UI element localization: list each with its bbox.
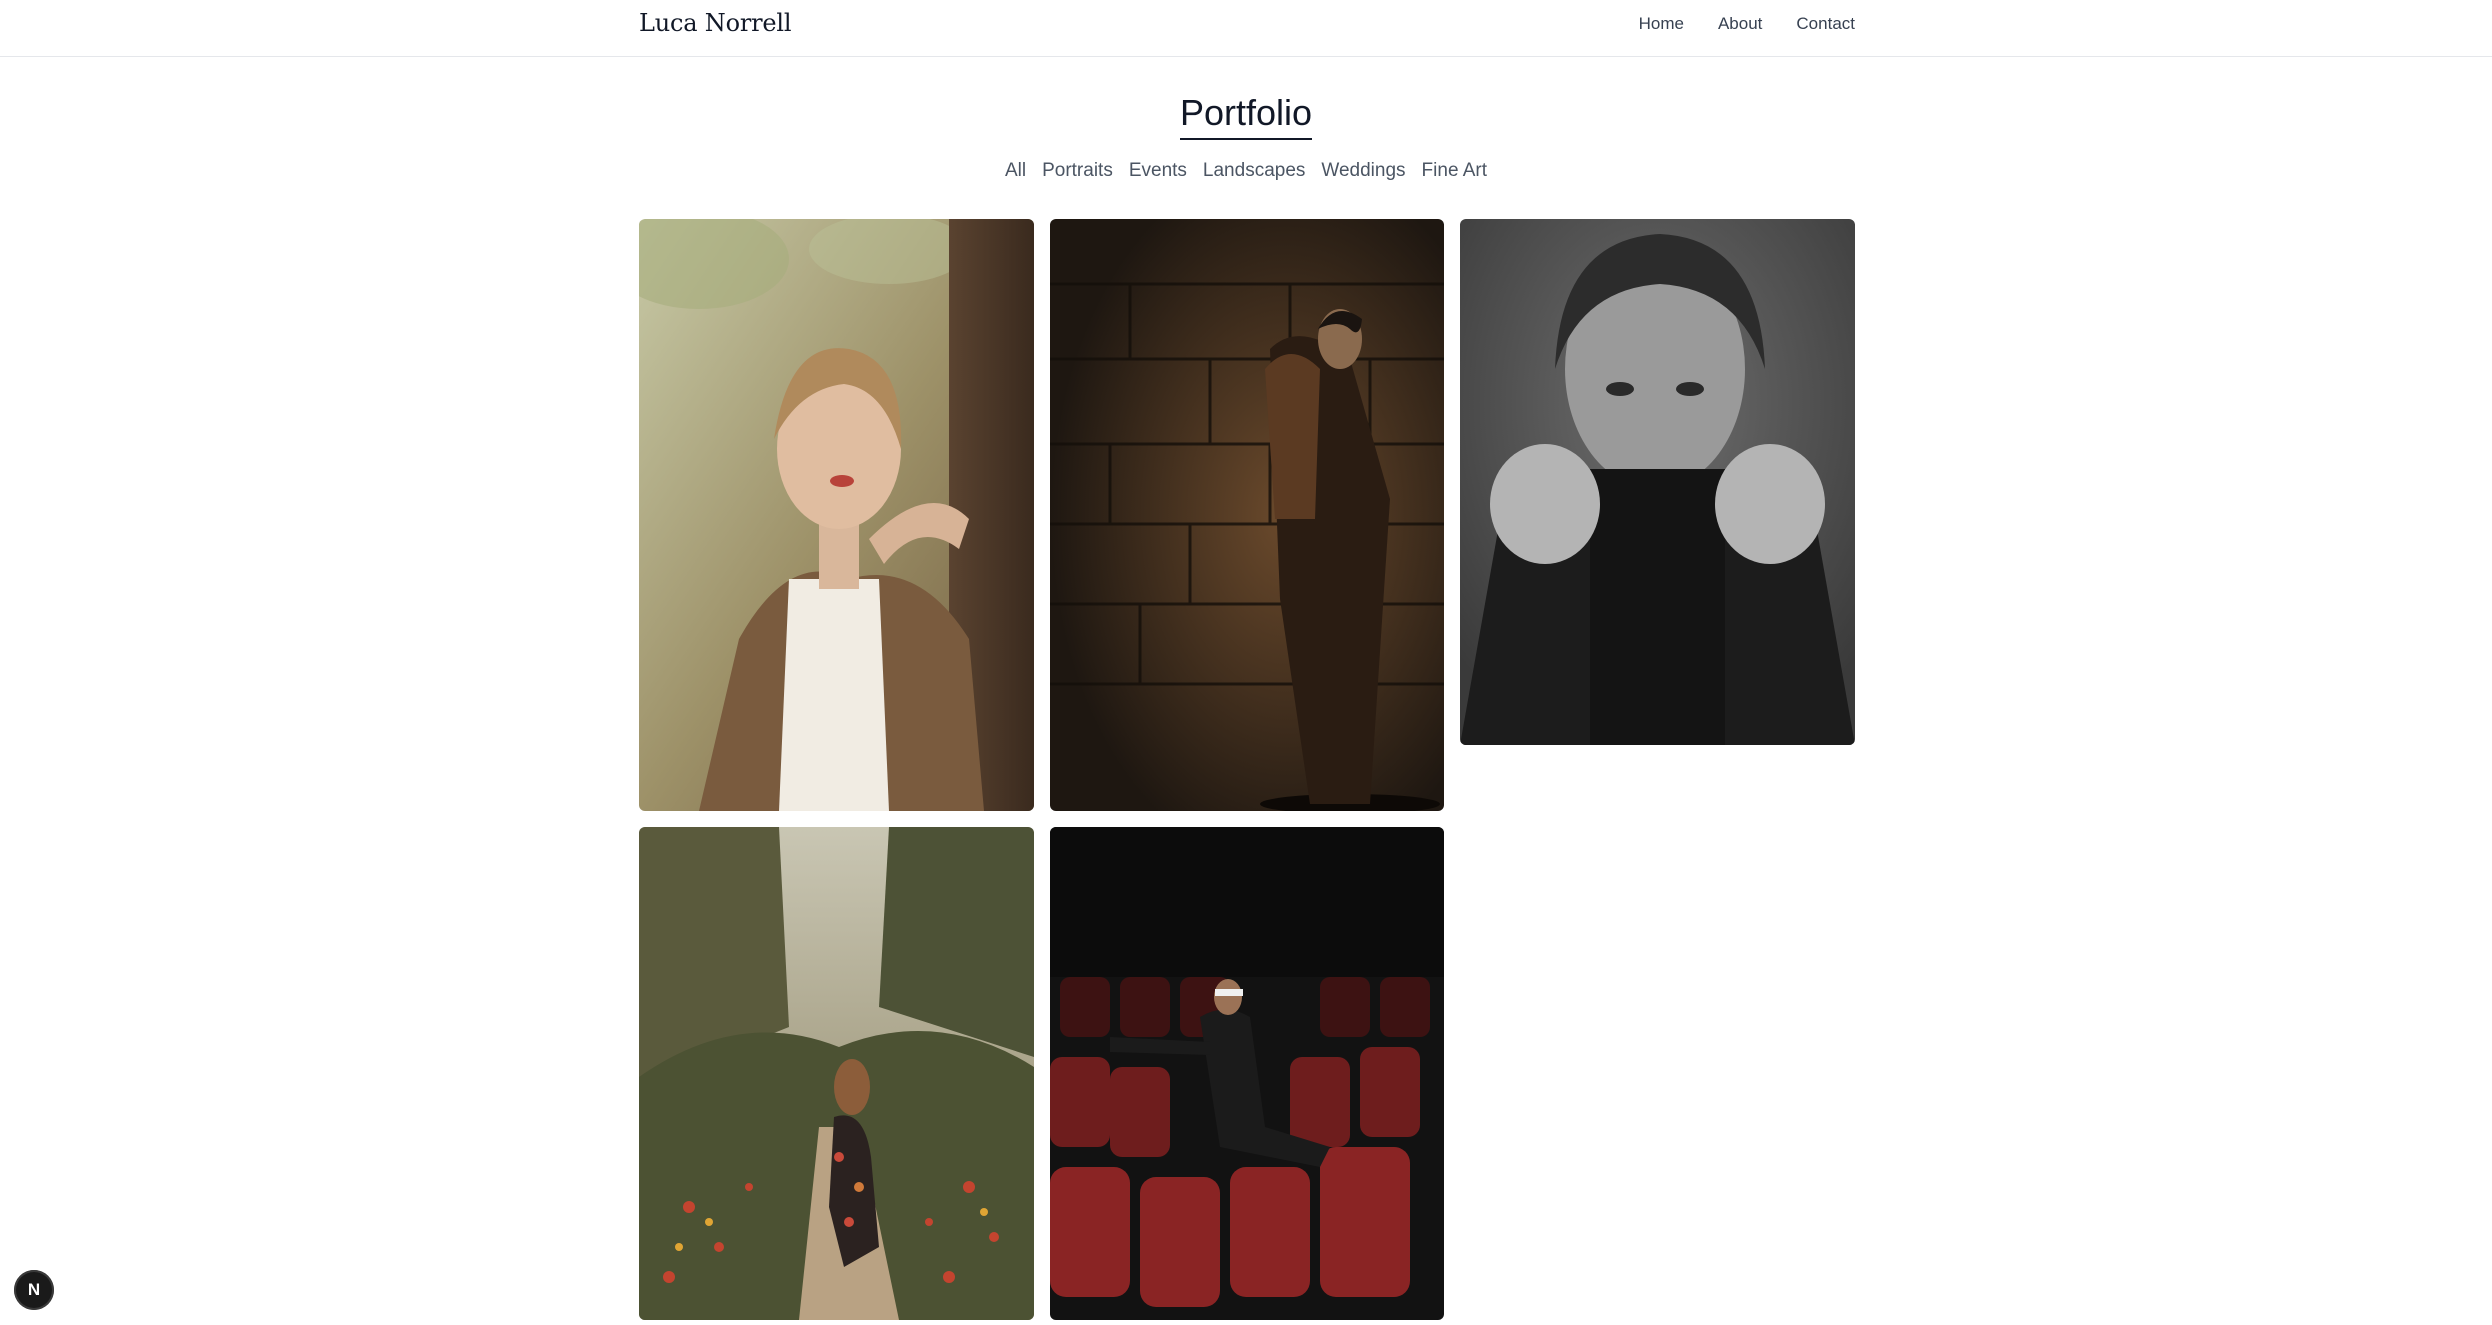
page-title: Portfolio (1179, 92, 1313, 140)
filter-events[interactable]: Events (1129, 160, 1187, 182)
filter-weddings[interactable]: Weddings (1321, 160, 1405, 182)
site-header: Luca Norrell Home About Contact (0, 0, 2492, 57)
main-nav: Home About Contact (1639, 14, 1855, 34)
gallery-photo-cinema-seats[interactable] (1050, 827, 1444, 1320)
photo-stone-wall-image (1050, 219, 1444, 811)
badge-letter: N (27, 1280, 41, 1299)
nav-home-link[interactable]: Home (1639, 14, 1684, 34)
photo-bw-portrait-image (1460, 219, 1855, 745)
title-area: Portfolio (0, 92, 2492, 140)
category-filter-bar: All Portraits Events Landscapes Weddings… (0, 160, 2492, 182)
photo-garden-path-image (639, 827, 1034, 1320)
brand-logo-link[interactable]: Luca Norrell (639, 9, 792, 37)
filter-landscapes[interactable]: Landscapes (1203, 160, 1305, 182)
next-devtools-badge[interactable]: N (14, 1270, 54, 1310)
gallery-photo-bw-portrait[interactable] (1460, 219, 1855, 745)
gallery-photo-olive-grove-portrait[interactable] (639, 219, 1034, 811)
gallery-photo-garden-path[interactable] (639, 827, 1034, 1320)
filter-portraits[interactable]: Portraits (1042, 160, 1113, 182)
photo-cinema-seats-image (1050, 827, 1444, 1320)
nav-about-link[interactable]: About (1718, 14, 1762, 34)
filter-all[interactable]: All (1005, 160, 1026, 182)
nav-contact-link[interactable]: Contact (1796, 14, 1855, 34)
photo-olive-grove-image (639, 219, 1034, 811)
gallery-photo-stone-wall-portrait[interactable] (1050, 219, 1444, 811)
filter-fine-art[interactable]: Fine Art (1422, 160, 1487, 182)
